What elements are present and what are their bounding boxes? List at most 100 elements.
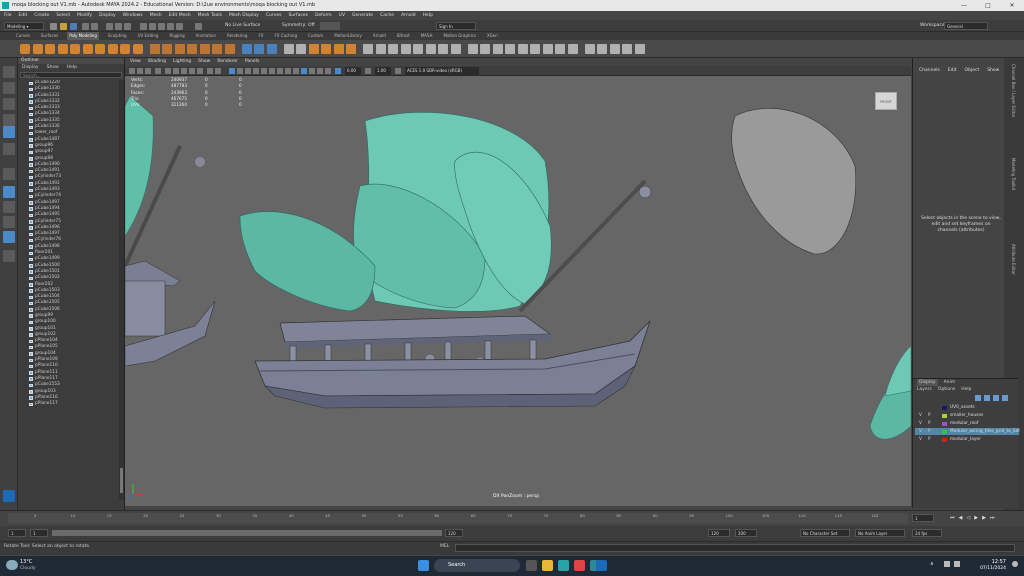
lasso-tool-icon[interactable] [3, 82, 15, 94]
persp-outliner-icon[interactable] [3, 216, 15, 228]
layer-visibility-toggle[interactable]: V [919, 436, 922, 443]
view-cube[interactable]: FRONT [875, 92, 897, 110]
shadows-icon[interactable] [269, 68, 275, 74]
cleanup-icon[interactable] [530, 44, 540, 54]
xray-icon[interactable] [309, 68, 315, 74]
layer-color-swatch[interactable] [942, 421, 947, 426]
layer-color-swatch[interactable] [942, 429, 947, 434]
bookmark-icon[interactable] [145, 68, 151, 74]
maya-m-icon[interactable] [3, 490, 15, 502]
menu-edit-mesh[interactable]: Edit Mesh [169, 13, 191, 18]
menu-mesh[interactable]: Mesh [150, 13, 162, 18]
new-layer-icon[interactable] [993, 395, 999, 401]
layer-row[interactable]: V Pmodular_roof [915, 420, 1019, 427]
shelf-tab-motion-graphics[interactable]: Motion Graphics [441, 32, 478, 40]
auto-map-icon[interactable] [609, 44, 620, 54]
smooth-icon[interactable] [266, 44, 277, 54]
minimize-icon[interactable]: — [952, 0, 976, 11]
end-frame-field[interactable]: 120 [708, 529, 730, 537]
menu-modify[interactable]: Modify [77, 13, 92, 18]
planar-map-icon[interactable] [597, 44, 607, 54]
menu-create[interactable]: Create [34, 13, 49, 18]
move-tool-icon[interactable] [3, 114, 15, 126]
symmetry-label[interactable]: Symmetry: Off [282, 22, 315, 30]
layer-row[interactable]: V Psmaller_houses [915, 412, 1019, 419]
layer-menu-options[interactable]: Options [938, 386, 955, 393]
layer-visibility-toggle[interactable]: V [919, 428, 922, 435]
merge-icon[interactable] [363, 44, 373, 54]
platonic-icon[interactable] [107, 44, 118, 54]
shelf-tab-uv-editing[interactable]: UV Editing [136, 32, 161, 40]
menu-help[interactable]: Help [423, 13, 433, 18]
menu-cache[interactable]: Cache [380, 13, 394, 18]
sphere-icon[interactable] [20, 44, 30, 54]
sign-in-dropdown[interactable]: Sign In [436, 22, 476, 30]
select-tool-icon[interactable] [3, 66, 15, 78]
pyramid-icon[interactable] [120, 44, 130, 54]
shelf-tab-motionlibrary[interactable]: MotionLibrary [332, 32, 364, 40]
menu-edit[interactable]: Edit [19, 13, 28, 18]
layer-playback-toggle[interactable]: P [928, 428, 931, 435]
viewport-menu-panels[interactable]: Panels [245, 58, 259, 66]
windows-start-icon[interactable] [418, 560, 429, 571]
fill-hole-icon[interactable] [346, 44, 356, 54]
mirror-icon[interactable] [296, 44, 306, 54]
super-shape-icon[interactable] [187, 44, 197, 54]
inner-start-field[interactable]: 1 [30, 529, 48, 537]
color-management-icon[interactable] [395, 68, 401, 74]
isolate-select-icon[interactable] [301, 68, 307, 74]
cone-icon[interactable] [57, 44, 68, 54]
new-scene-icon[interactable] [50, 22, 57, 30]
outliner-menu-display[interactable]: Display [22, 64, 39, 71]
redo-icon[interactable] [91, 22, 98, 30]
channelbox-menu-channels[interactable]: Channels [919, 66, 940, 75]
history-icon[interactable] [195, 22, 202, 30]
file-explorer-icon[interactable] [542, 560, 553, 571]
scale-tool-icon[interactable] [3, 143, 15, 155]
cube-icon[interactable] [32, 44, 43, 54]
play-icon[interactable]: ▶ [974, 515, 978, 521]
mel-label[interactable]: MEL [440, 544, 449, 549]
menu-display[interactable]: Display [99, 13, 116, 18]
camera-icon[interactable] [129, 68, 135, 74]
layer-tab-anim[interactable]: Anim [944, 379, 956, 386]
sew-uvs-icon[interactable] [622, 44, 632, 54]
connect-icon[interactable] [425, 44, 436, 54]
menu-curves[interactable]: Curves [266, 13, 282, 18]
lights-icon[interactable] [261, 68, 267, 74]
search-icon[interactable] [3, 250, 15, 262]
layer-tab-display[interactable]: Display [917, 379, 938, 386]
layer-visibility-toggle[interactable]: V [919, 412, 922, 419]
insert-edge-loop-icon[interactable] [400, 44, 411, 54]
channelbox-menu-object[interactable]: Object [965, 66, 980, 75]
shelf-tab-animation[interactable]: Animation [194, 32, 218, 40]
snap-grid-icon[interactable] [140, 22, 147, 30]
xray-joints-icon[interactable] [317, 68, 323, 74]
menu-surfaces[interactable]: Surfaces [288, 13, 308, 18]
image-plane-icon[interactable] [155, 68, 161, 74]
gamma-field[interactable]: 1.00 [375, 67, 391, 75]
step-forward-icon[interactable]: ▶ [982, 515, 986, 521]
outliner-search-input[interactable]: Search... [20, 72, 122, 78]
cylinder-icon[interactable] [45, 44, 55, 54]
delete-history-icon[interactable] [567, 44, 578, 54]
xray-components-icon[interactable] [325, 68, 331, 74]
task-view-icon[interactable] [526, 560, 537, 571]
target-weld-icon[interactable] [375, 44, 386, 54]
menu-windows[interactable]: Windows [123, 13, 143, 18]
save-scene-icon[interactable] [70, 22, 77, 30]
textured-icon[interactable] [253, 68, 259, 74]
start-frame-field[interactable]: 1 [8, 529, 26, 537]
anti-aliasing-icon[interactable] [293, 68, 299, 74]
time-slider-track[interactable]: 5 10 15 20 25 30 35 40 45 50 55 60 65 70 75 80 85 90 95 100… [8, 513, 908, 524]
layer-playback-toggle[interactable]: P [928, 420, 931, 427]
uv-editor-icon[interactable] [584, 44, 595, 54]
current-frame-field[interactable]: 1 [912, 514, 934, 522]
shelf-tab-curves[interactable]: Curves [14, 32, 32, 40]
bridge-icon[interactable] [321, 44, 331, 54]
shelf-tab-rigging[interactable]: Rigging [167, 32, 186, 40]
gear-icon[interactable] [174, 44, 185, 54]
live-surface-label[interactable]: No Live Surface [225, 22, 260, 30]
safe-title-icon[interactable] [215, 68, 221, 74]
plane-icon[interactable] [82, 44, 93, 54]
